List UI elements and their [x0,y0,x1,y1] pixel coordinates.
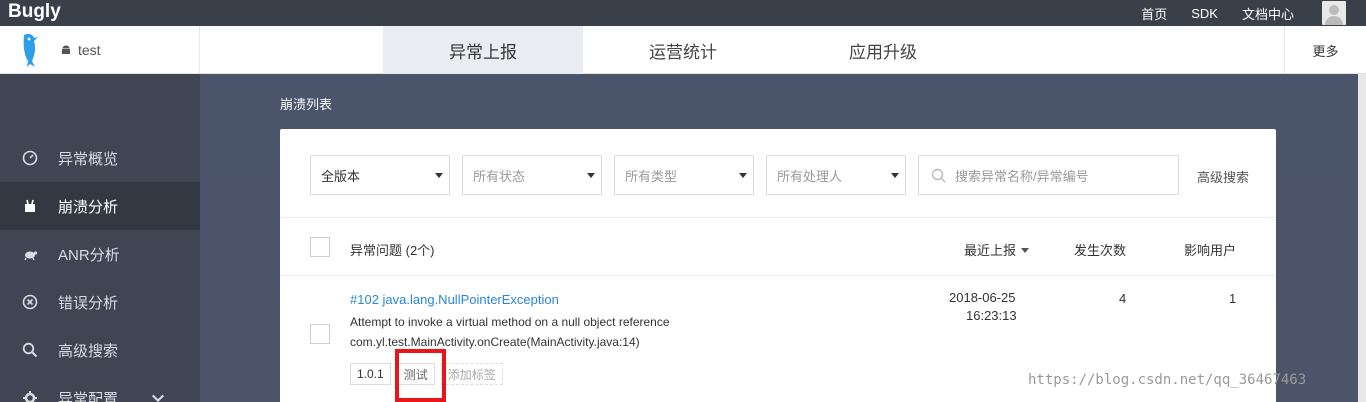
sidebar: 异常概览 崩溃分析 ANR分析 错误分析 高级搜索 异常配置 [0,74,200,402]
tab-exception-report[interactable]: 异常上报 [383,26,583,74]
sidebar-item-exception-config[interactable]: 异常配置 [0,374,200,402]
chevron-down-icon[interactable] [150,390,166,402]
app-bar: test 异常上报 运营统计 应用升级 更多 [0,26,1366,74]
version-select[interactable]: 全版本 [310,155,450,195]
caret-down-icon [739,173,747,178]
user-avatar[interactable] [1322,1,1346,25]
header-affected-users[interactable]: 影响用户 [1184,240,1236,259]
nav-home-link[interactable]: 首页 [1141,4,1167,23]
issue-message: Attempt to invoke a virtual method on a … [350,315,670,329]
caret-down-icon [891,173,899,178]
affected-user-count: 1 [1229,291,1237,306]
latest-report-time: 16:23:13 [966,308,1017,323]
sidebar-item-label: 崩溃分析 [58,198,119,216]
tab-app-upgrade[interactable]: 应用升级 [783,26,983,74]
gauge-icon [22,150,38,166]
nav-sdk-link[interactable]: SDK [1191,6,1218,21]
handler-select-value: 所有处理人 [777,168,843,184]
search-placeholder: 搜索异常名称/异常编号 [955,168,1089,184]
header-issue: 异常问题 (2个) [350,243,435,258]
header-latest-report[interactable]: 最近上报 [964,240,1029,259]
issue-title-link[interactable]: #102 java.lang.NullPointerException [350,292,559,307]
search-icon [22,342,38,358]
tag-test[interactable]: 测试 [396,363,435,385]
filter-bar: 全版本 所有状态 所有类型 所有处理人 搜索异常名称/异常编号 [310,155,1179,195]
more-menu-button[interactable]: 更多 [1284,26,1366,74]
scrollbar[interactable] [1358,74,1366,402]
error-circle-icon [22,294,38,310]
watermark: https://blog.csdn.net/qq_36467463 [1028,372,1307,388]
status-select[interactable]: 所有状态 [462,155,602,195]
search-icon [931,168,946,183]
tab-operation-stats[interactable]: 运营统计 [583,26,783,74]
sidebar-item-advanced-search[interactable]: 高级搜索 [0,326,200,374]
type-select-value: 所有类型 [625,168,678,184]
sidebar-item-label: 异常概览 [58,150,119,168]
sidebar-item-overview[interactable]: 异常概览 [0,134,200,182]
sidebar-item-label: ANR分析 [58,246,120,264]
app-name: test [78,42,101,58]
table-header: 异常问题 (2个) 最近上报 发生次数 影响用户 [280,217,1276,276]
sidebar-item-anr-analysis[interactable]: ANR分析 [0,230,200,278]
handler-select[interactable]: 所有处理人 [766,155,906,195]
header-occurrences[interactable]: 发生次数 [1074,240,1126,259]
turtle-icon [24,251,38,261]
version-select-value: 全版本 [321,168,361,184]
top-bar: Bugly 首页 SDK 文档中心 [0,0,1366,26]
caret-down-icon [435,173,443,178]
sidebar-item-crash-analysis[interactable]: 崩溃分析 [0,182,200,230]
top-nav: 首页 SDK 文档中心 [1117,0,1366,26]
page-title: 崩溃列表 [280,97,333,112]
status-select-value: 所有状态 [473,168,526,184]
sidebar-item-label: 错误分析 [58,294,119,312]
caret-down-icon [587,173,595,178]
brand-logo[interactable]: Bugly [8,1,61,23]
issue-location: com.yl.test.MainActivity.onCreate(MainAc… [350,335,640,349]
android-icon [62,45,70,54]
sidebar-item-label: 高级搜索 [58,342,119,360]
nav-docs-link[interactable]: 文档中心 [1242,4,1294,23]
issue-tags: 1.0.1 测试 添加标签 [350,363,509,385]
latest-report-date: 2018-06-25 [949,290,1016,305]
select-all-checkbox[interactable] [310,237,330,257]
occurrence-count: 4 [1119,291,1127,306]
sidebar-item-label: 异常配置 [58,390,119,402]
main-tabs: 异常上报 运营统计 应用升级 [383,26,983,74]
crash-list-panel: 全版本 所有状态 所有类型 所有处理人 搜索异常名称/异常编号 高级搜索 异常问… [280,129,1276,402]
tag-version[interactable]: 1.0.1 [350,363,391,385]
gear-icon [23,391,37,402]
crash-icon [25,199,35,212]
add-tag-button[interactable]: 添加标签 [440,363,503,385]
search-input[interactable]: 搜索异常名称/异常编号 [918,155,1179,195]
advanced-search-link[interactable]: 高级搜索 [1197,167,1249,186]
sidebar-item-error-analysis[interactable]: 错误分析 [0,278,200,326]
row-checkbox[interactable] [310,324,330,344]
app-selector[interactable]: test [60,26,200,74]
type-select[interactable]: 所有类型 [614,155,754,195]
bugly-bird-logo-icon[interactable] [18,31,44,69]
